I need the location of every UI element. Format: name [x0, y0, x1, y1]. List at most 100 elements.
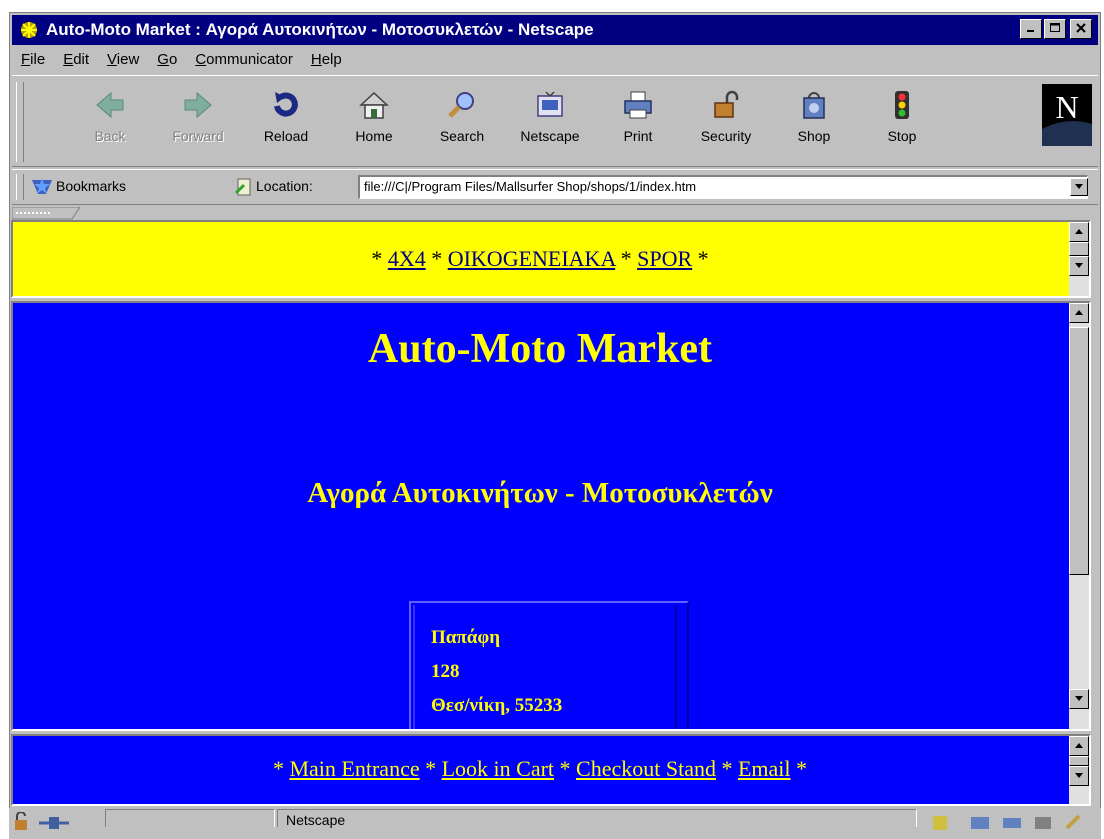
separator: *: [431, 246, 443, 271]
toolbar-grip[interactable]: [16, 82, 24, 162]
link-spor[interactable]: SPOR: [637, 246, 692, 271]
separator: *: [796, 756, 808, 781]
bottom-frame-scrollbar[interactable]: [1069, 736, 1089, 804]
top-frame-scrollbar[interactable]: [1069, 222, 1089, 296]
menu-help[interactable]: Help: [302, 47, 351, 73]
reload-icon: [274, 92, 298, 117]
separator: *: [697, 246, 709, 271]
scroll-up-button[interactable]: [1069, 736, 1089, 756]
reload-button[interactable]: Reload: [242, 84, 330, 160]
netscape-logo-letter: N: [1055, 89, 1078, 125]
link-oikogeneiaka[interactable]: OIKOGENEIAKA: [448, 246, 615, 271]
home-icon: [359, 91, 389, 119]
status-security-area[interactable]: [13, 811, 93, 834]
main-content-frame: Auto-Moto Market Αγορά Αυτοκινήτων - Μοτ…: [11, 301, 1091, 731]
component-bar: [921, 812, 1091, 834]
link-4x4[interactable]: 4X4: [388, 246, 426, 271]
scroll-thumb[interactable]: [1069, 327, 1089, 575]
stop-light-icon: [895, 91, 909, 119]
menu-communicator[interactable]: Communicator: [186, 47, 302, 73]
arrow-down-icon: [1075, 773, 1083, 778]
arrow-down-icon: [1075, 696, 1083, 701]
top-nav-frame: * 4X4 * OIKOGENEIAKA * SPOR *: [11, 220, 1091, 298]
search-icon: [448, 92, 474, 118]
back-arrow-icon: [96, 91, 124, 119]
address-number: 128: [431, 661, 460, 682]
netscape-app-icon: [18, 19, 40, 41]
status-bar: Netscape: [9, 808, 1101, 839]
link-look-in-cart[interactable]: Look in Cart: [442, 756, 554, 781]
reload-label: Reload: [263, 128, 309, 144]
separator: *: [721, 756, 733, 781]
arrow-up-icon: [1075, 229, 1083, 234]
separator: *: [559, 756, 571, 781]
stop-label: Stop: [887, 128, 917, 144]
maximize-icon: [1050, 23, 1060, 32]
bottom-nav-links: * Main Entrance * Look in Cart * Checkou…: [13, 756, 1067, 782]
shopping-bag-icon: [803, 92, 825, 119]
arrow-up-icon: [1075, 743, 1083, 748]
scroll-down-button[interactable]: [1069, 766, 1089, 786]
title-bar[interactable]: Auto-Moto Market : Αγορά Αυτοκινήτων - Μ…: [12, 15, 1098, 45]
toolbar-tab-icon: [11, 206, 81, 220]
close-icon: [1076, 23, 1086, 33]
status-text-cell: Netscape: [277, 809, 917, 828]
location-page-icon[interactable]: [234, 177, 254, 197]
link-checkout-stand[interactable]: Checkout Stand: [576, 756, 716, 781]
scroll-up-button[interactable]: [1069, 303, 1089, 323]
scroll-down-button[interactable]: [1069, 689, 1089, 709]
separator: *: [425, 756, 437, 781]
collapsed-toolbar-tab[interactable]: [11, 206, 1098, 221]
scroll-down-button[interactable]: [1069, 256, 1089, 276]
link-main-entrance[interactable]: Main Entrance: [289, 756, 419, 781]
shop-label: Shop: [797, 128, 831, 144]
location-label: Location:: [256, 178, 313, 194]
window-title: Auto-Moto Market : Αγορά Αυτοκινήτων - Μ…: [46, 20, 594, 39]
search-button[interactable]: Search: [418, 84, 506, 160]
status-progress-cell: [105, 809, 275, 827]
page-title: Auto-Moto Market: [367, 326, 713, 372]
location-url-field[interactable]: file:///C|/Program Files/Mallsurfer Shop…: [358, 175, 1088, 199]
menu-go[interactable]: Go: [148, 47, 186, 73]
address-box: Παπάφη 128 Θεσ/νίκη, 55233: [409, 601, 689, 729]
back-button[interactable]: Back: [66, 84, 154, 160]
home-label: Home: [355, 128, 393, 144]
netscape-button[interactable]: Netscape: [506, 84, 594, 160]
address-city: Θεσ/νίκη, 55233: [431, 695, 563, 716]
minimize-button[interactable]: [1020, 19, 1042, 39]
netscape-label: Netscape: [520, 128, 580, 144]
bookmarks-button[interactable]: Bookmarks: [56, 178, 126, 194]
main-frame-scrollbar[interactable]: [1069, 303, 1089, 729]
scroll-up-button[interactable]: [1069, 222, 1089, 242]
scroll-thumb[interactable]: [1069, 756, 1089, 766]
menu-file[interactable]: File: [12, 47, 54, 73]
arrow-up-icon: [1075, 310, 1083, 315]
forward-button[interactable]: Forward: [154, 84, 242, 160]
netscape-logo[interactable]: N: [1042, 84, 1092, 146]
status-text: Netscape: [286, 812, 346, 828]
separator: *: [371, 246, 383, 271]
menu-edit[interactable]: Edit: [54, 47, 98, 73]
netscape-n-logo-icon: N: [1042, 84, 1092, 146]
menu-view[interactable]: View: [98, 47, 148, 73]
padlock-icon: [714, 90, 739, 118]
navigation-toolbar: Back Forward Reload Home Search Netscape…: [12, 75, 1098, 167]
print-button[interactable]: Print: [594, 84, 682, 160]
printer-icon: [624, 91, 652, 119]
location-grip[interactable]: [16, 174, 24, 200]
location-dropdown-button[interactable]: [1070, 178, 1088, 196]
link-email[interactable]: Email: [738, 756, 791, 781]
security-label: Security: [700, 128, 752, 144]
home-button[interactable]: Home: [330, 84, 418, 160]
maximize-button[interactable]: [1044, 19, 1066, 39]
stop-button[interactable]: Stop: [858, 84, 946, 160]
top-nav-links: * 4X4 * OIKOGENEIAKA * SPOR *: [13, 246, 1067, 272]
location-toolbar: Bookmarks Location: file:///C|/Program F…: [12, 169, 1098, 205]
shop-button[interactable]: Shop: [770, 84, 858, 160]
bookmark-icon: [32, 178, 52, 194]
security-button[interactable]: Security: [682, 84, 770, 160]
print-label: Print: [623, 128, 653, 144]
close-button[interactable]: [1070, 19, 1092, 39]
scroll-thumb[interactable]: [1069, 242, 1089, 256]
separator: *: [620, 246, 632, 271]
